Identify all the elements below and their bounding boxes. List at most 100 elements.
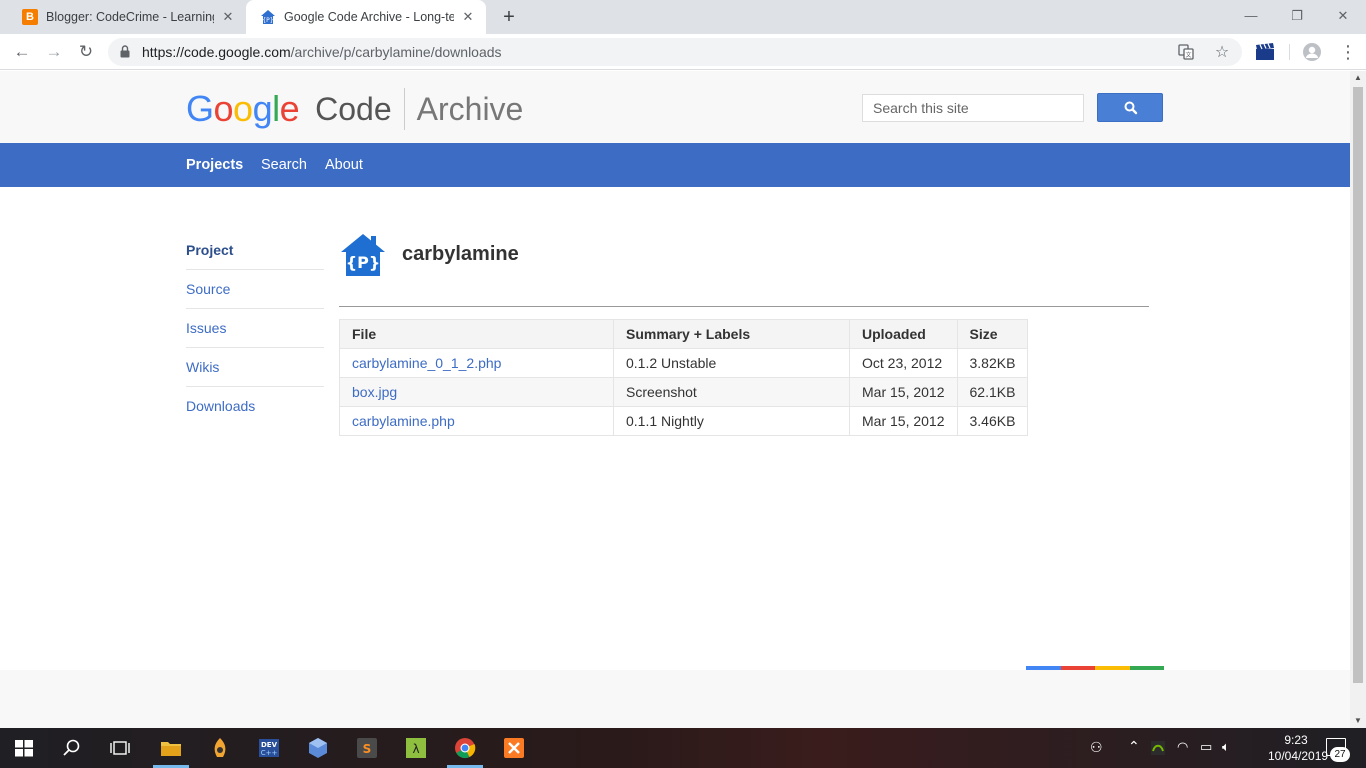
file-link[interactable]: box.jpg	[352, 384, 397, 400]
clock-time: 9:23	[1284, 733, 1308, 747]
nvidia-tray-icon[interactable]	[1150, 740, 1166, 756]
size-cell: 62.1KB	[956, 377, 1029, 407]
tab-code-archive[interactable]: {P} Google Code Archive - Long-term ✕	[246, 0, 486, 34]
sidebar-item-issues[interactable]: Issues	[186, 309, 324, 348]
fl-studio-icon[interactable]	[208, 736, 232, 760]
volume-icon[interactable]: 🔈︎	[1222, 739, 1230, 768]
dev-cpp-icon[interactable]: DEV C++	[257, 736, 281, 760]
column-header-file: File	[339, 319, 614, 349]
logo-archive-text: Archive	[416, 90, 524, 127]
sublime-text-icon[interactable]: S	[355, 736, 379, 760]
dr-racket-icon[interactable]: λ	[404, 736, 428, 760]
search-icon[interactable]	[60, 736, 84, 760]
close-window-button[interactable]: ✕	[1320, 4, 1366, 28]
address-bar[interactable]: https://code.google.com/archive/p/carbyl…	[108, 38, 1242, 66]
url-host: https://code.google.com	[142, 44, 291, 60]
summary-cell: 0.1.1 Nightly	[613, 406, 850, 436]
sidebar-item-project[interactable]: Project	[186, 231, 324, 270]
title-divider	[339, 306, 1149, 307]
color-bar-yellow	[1095, 666, 1130, 670]
wifi-icon[interactable]: ◠	[1177, 739, 1188, 768]
uploaded-cell: Oct 23, 2012	[849, 348, 958, 378]
svg-text:C++: C++	[261, 749, 278, 757]
page-scrollbar[interactable]: ▲ ▼	[1350, 71, 1366, 728]
windows-start-icon[interactable]	[12, 736, 36, 760]
site-header: Google Code Archive	[0, 71, 1350, 143]
minimize-button[interactable]: —	[1228, 4, 1274, 28]
toolbar-divider	[1289, 44, 1290, 60]
nav-projects[interactable]: Projects	[186, 157, 243, 173]
translate-icon[interactable]: 文	[1177, 44, 1195, 62]
lock-icon	[120, 45, 130, 58]
scroll-thumb[interactable]	[1353, 87, 1363, 683]
sidebar-item-downloads[interactable]: Downloads	[186, 387, 324, 426]
logo-divider	[403, 88, 405, 130]
browser-toolbar: ← → ↻ https://code.google.com/archive/p/…	[0, 34, 1366, 70]
color-bar-red	[1060, 666, 1095, 670]
tab-title: Blogger: CodeCrime - Learning T	[46, 10, 214, 24]
clock-date: 10/04/2019	[1268, 749, 1329, 763]
people-icon[interactable]: ⚇	[1090, 739, 1103, 768]
google-code-archive-logo[interactable]: Google Code Archive	[186, 88, 524, 130]
color-bar-blue	[1026, 666, 1061, 670]
reload-button[interactable]: ↻	[74, 40, 98, 64]
google-logo: Google	[186, 88, 300, 129]
task-view-icon[interactable]	[108, 736, 132, 760]
uploaded-cell: Mar 15, 2012	[849, 377, 958, 407]
sidebar-item-wikis[interactable]: Wikis	[186, 348, 324, 387]
file-link[interactable]: carbylamine.php	[352, 413, 455, 429]
table-header-row: File Summary + Labels Uploaded Size	[339, 319, 1029, 349]
svg-text:S: S	[363, 742, 372, 756]
project-title: carbylamine	[402, 243, 519, 265]
scroll-up-arrow-icon[interactable]: ▲	[1350, 71, 1366, 85]
downloads-table: File Summary + Labels Uploaded Size carb…	[339, 319, 1029, 436]
color-bar-green	[1129, 666, 1164, 670]
system-clock[interactable]: 9:23 10/04/2019	[1268, 732, 1329, 764]
project-logo-icon: {P}	[341, 234, 385, 276]
back-button[interactable]: ←	[10, 40, 34, 64]
nav-about[interactable]: About	[325, 157, 363, 173]
virtualbox-icon[interactable]	[306, 736, 330, 760]
size-cell: 3.82KB	[956, 348, 1029, 378]
svg-text:文: 文	[1185, 51, 1191, 59]
restore-button[interactable]: ❐	[1274, 4, 1320, 28]
search-icon	[1124, 101, 1138, 115]
page-footer	[0, 670, 1350, 728]
google-color-bar	[1026, 666, 1164, 670]
svg-text:λ: λ	[412, 742, 419, 756]
windows-taskbar: DEV C++ S λ ⚇ ⌃ ◠ ▭ 🔈︎ 9:23 10/04/2019 2…	[0, 728, 1366, 768]
site-search-input[interactable]	[862, 94, 1084, 122]
profile-avatar-icon[interactable]	[1301, 42, 1323, 62]
nav-search[interactable]: Search	[261, 157, 307, 173]
battery-icon[interactable]: ▭	[1200, 739, 1212, 768]
file-explorer-icon[interactable]	[159, 736, 183, 760]
menu-kebab-icon[interactable]: ⋮	[1336, 40, 1360, 64]
close-tab-icon[interactable]: ✕	[460, 9, 476, 25]
sidebar-item-source[interactable]: Source	[186, 270, 324, 309]
star-icon[interactable]: ☆	[1213, 44, 1231, 62]
column-header-summary: Summary + Labels	[613, 319, 850, 349]
svg-text:{P}: {P}	[262, 17, 273, 24]
site-nav: Projects Search About	[0, 143, 1350, 187]
file-cell: carbylamine_0_1_2.php	[339, 348, 614, 378]
tab-blogger[interactable]: B Blogger: CodeCrime - Learning T ✕	[8, 0, 246, 34]
site-search-button[interactable]	[1097, 93, 1163, 122]
project-sidebar: Project Source Issues Wikis Downloads	[186, 231, 324, 426]
summary-cell: 0.1.2 Unstable	[613, 348, 850, 378]
url-path: /archive/p/carbylamine/downloads	[290, 44, 502, 60]
column-header-uploaded: Uploaded	[849, 319, 958, 349]
chrome-icon[interactable]	[453, 736, 477, 760]
file-cell: box.jpg	[339, 377, 614, 407]
forward-button[interactable]: →	[42, 40, 66, 64]
code-archive-icon: {P}	[260, 9, 276, 25]
new-tab-button[interactable]: +	[498, 6, 520, 28]
scroll-down-arrow-icon[interactable]: ▼	[1350, 714, 1366, 728]
uploaded-cell: Mar 15, 2012	[849, 406, 958, 436]
file-link[interactable]: carbylamine_0_1_2.php	[352, 355, 501, 371]
url-text: https://code.google.com/archive/p/carbyl…	[142, 44, 502, 60]
tray-chevron-up-icon[interactable]: ⌃	[1128, 738, 1140, 768]
logo-code-text: Code	[315, 90, 392, 127]
xampp-icon[interactable]	[502, 736, 526, 760]
close-tab-icon[interactable]: ✕	[220, 9, 236, 25]
clapperboard-icon[interactable]	[1254, 42, 1276, 62]
